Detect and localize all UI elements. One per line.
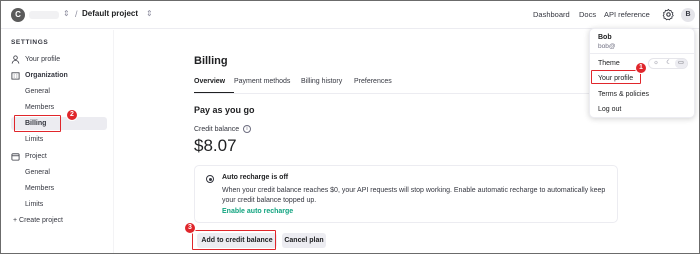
- chevron-updown-icon[interactable]: ⇕: [63, 9, 70, 18]
- tab-overview[interactable]: Overview: [194, 78, 225, 85]
- section-title: Pay as you go: [194, 105, 255, 115]
- highlight-billing: [14, 115, 61, 132]
- sidebar-item-label: Limits: [25, 136, 44, 143]
- sidebar-item-label: Limits: [25, 201, 44, 208]
- menu-divider: [590, 53, 694, 54]
- auto-recharge-title: Auto recharge is off: [222, 174, 289, 181]
- org-avatar[interactable]: C: [11, 8, 25, 22]
- sidebar-item-label: General: [25, 88, 50, 95]
- cancel-plan-button[interactable]: Cancel plan: [282, 233, 326, 248]
- gear-icon[interactable]: [662, 8, 675, 21]
- enable-auto-recharge-link[interactable]: Enable auto recharge: [222, 208, 293, 215]
- sidebar-item-org-members[interactable]: Members: [11, 101, 107, 114]
- menu-item-log-out[interactable]: Log out: [598, 106, 621, 113]
- sidebar-item-project-members[interactable]: Members: [11, 182, 107, 195]
- building-icon: [11, 72, 20, 80]
- tab-preferences[interactable]: Preferences: [354, 78, 392, 85]
- person-icon: [11, 55, 20, 64]
- tab-payment-methods[interactable]: Payment methods: [234, 78, 290, 85]
- theme-label: Theme: [598, 60, 620, 67]
- sidebar-item-label: Members: [25, 104, 55, 111]
- highlight-your-profile: [591, 70, 641, 84]
- moon-icon[interactable]: ☾: [663, 59, 675, 68]
- settings-sidebar: SETTINGS Your profile Organization Gener…: [1, 30, 113, 253]
- breadcrumb-separator: /: [75, 9, 78, 19]
- sidebar-item-project-general[interactable]: General: [11, 166, 107, 179]
- monitor-icon[interactable]: ▭: [675, 59, 687, 68]
- sidebar-item-org-limits[interactable]: Limits: [11, 133, 107, 146]
- user-name: Bob: [598, 34, 612, 41]
- menu-item-terms-policies[interactable]: Terms & policies: [598, 91, 649, 98]
- auto-recharge-card: Auto recharge is off When your credit ba…: [194, 165, 618, 223]
- nav-link-dashboard[interactable]: Dashboard: [533, 10, 570, 19]
- user-email: bob@: [598, 43, 616, 50]
- theme-toggle[interactable]: ☼ ☾ ▭: [648, 58, 688, 69]
- chevron-updown-icon[interactable]: ⇕: [146, 9, 153, 18]
- sidebar-item-label: Organization: [25, 72, 68, 79]
- screenshot-frame: C ⇕ / Default project ⇕ Dashboard Docs A…: [0, 0, 700, 254]
- tab-billing-history[interactable]: Billing history: [301, 78, 342, 85]
- tabs-divider: [194, 93, 614, 94]
- page-title: Billing: [194, 55, 228, 67]
- sidebar-heading: SETTINGS: [11, 39, 49, 46]
- sidebar-item-label: Members: [25, 185, 55, 192]
- sun-icon[interactable]: ☼: [650, 59, 662, 68]
- sidebar-item-label: Project: [25, 153, 47, 160]
- step-badge-3: 3: [184, 222, 196, 234]
- sidebar-item-label: General: [25, 169, 50, 176]
- top-bar: C ⇕ / Default project ⇕ Dashboard Docs A…: [1, 1, 699, 29]
- project-selector[interactable]: Default project: [82, 9, 138, 18]
- credit-balance-amount: $8.07: [194, 136, 237, 155]
- sidebar-item-project[interactable]: Project: [11, 150, 107, 163]
- auto-recharge-description: When your credit balance reaches $0, you…: [222, 187, 606, 204]
- step-badge-1: 1: [635, 62, 647, 74]
- create-project-button[interactable]: + Create project: [11, 214, 107, 227]
- info-icon[interactable]: i: [243, 125, 251, 133]
- step-badge-2: 2: [66, 109, 78, 121]
- nav-link-api-reference[interactable]: API reference: [604, 10, 650, 19]
- sidebar-item-organization[interactable]: Organization: [11, 69, 107, 82]
- credit-balance-label: Credit balance: [194, 126, 240, 133]
- sidebar-item-project-limits[interactable]: Limits: [11, 198, 107, 211]
- create-project-label: + Create project: [13, 217, 63, 224]
- radio-icon: [206, 175, 214, 183]
- sidebar-item-your-profile[interactable]: Your profile: [11, 53, 107, 66]
- nav-link-docs[interactable]: Docs: [579, 10, 596, 19]
- sidebar-item-label: Your profile: [25, 56, 61, 63]
- highlight-add-credit: [192, 230, 276, 250]
- org-name-redacted[interactable]: [29, 11, 59, 19]
- sidebar-item-org-general[interactable]: General: [11, 85, 107, 98]
- user-avatar[interactable]: B: [681, 8, 695, 22]
- box-icon: [11, 153, 20, 161]
